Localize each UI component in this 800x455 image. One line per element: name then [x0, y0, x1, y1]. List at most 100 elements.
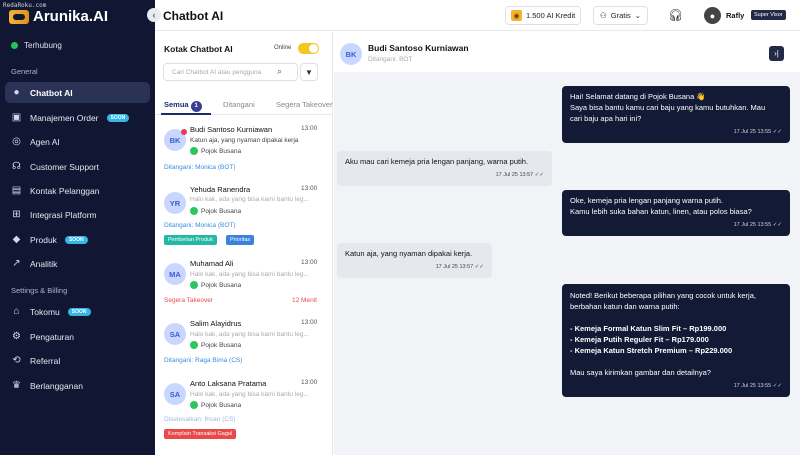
- sidebar-item-label: Chatbot AI: [30, 87, 73, 98]
- message-line: - Kemeja Katun Stretch Premium – Rp229.0…: [570, 346, 733, 355]
- message-line: berbahan katun dan warna putih:: [570, 302, 680, 311]
- sidebar-item-label: Agen AI: [30, 136, 60, 147]
- brand[interactable]: Arunika.AI: [9, 8, 108, 25]
- sidebar-item-label: Customer Support: [30, 161, 99, 172]
- sidebar-item-produk[interactable]: ◆ Produk SOON: [5, 229, 150, 250]
- collapse-sidebar-button[interactable]: ‹: [147, 8, 161, 22]
- handled-by: Ditangani: Monica (BOT): [164, 164, 236, 171]
- whatsapp-icon: [190, 147, 198, 155]
- integration-icon: ⊞: [12, 209, 21, 220]
- support-icon: ☊: [12, 161, 21, 172]
- contact-name: Salim Alayidrus: [190, 319, 242, 328]
- soon-badge: SOON: [64, 235, 88, 244]
- plan-dropdown[interactable]: ⚇ Gratis ⌄: [593, 6, 649, 25]
- status-label: Terhubung: [24, 41, 62, 50]
- sidebar-item-berlangganan[interactable]: ♛ Berlangganan: [5, 375, 150, 396]
- message-line: Hai! Selamat datang di Pojok Busana 👋: [570, 92, 706, 101]
- conversation-item[interactable]: BK Budi Santoso Kurniawan 13:00 Katun aj…: [155, 121, 333, 181]
- filter-button[interactable]: ▼: [300, 63, 318, 81]
- message-bubble-bot: Noted! Berikut beberapa pilihan yang coc…: [562, 284, 790, 397]
- unread-dot: [181, 129, 187, 135]
- sidebar-item-analitik[interactable]: ↗ Analitik: [5, 253, 150, 274]
- message-meta: 17 Jul 25 13:57 ✓✓: [345, 170, 544, 181]
- sidebar-item-chatbot-ai[interactable]: ● Chatbot AI: [5, 82, 150, 103]
- sidebar-item-integrasi-platform[interactable]: ⊞ Integrasi Platform: [5, 204, 150, 225]
- double-check-icon: ✓✓: [772, 129, 782, 135]
- message-time: 17 Jul 25 13:57: [495, 172, 534, 178]
- chat-panel: BK Budi Santoso Kurniawan Ditangani: BOT…: [334, 32, 800, 455]
- avatar[interactable]: ●: [704, 7, 721, 24]
- message-line: Katun aja, yang nyaman dipakai kerja.: [345, 249, 473, 258]
- tab-semua[interactable]: Semua 1: [164, 100, 202, 112]
- message-preview: Halo kak, ada yang bisa kami bantu leg..…: [190, 331, 309, 338]
- sidebar-item-referral[interactable]: ⟲ Referral: [5, 350, 150, 371]
- sidebar-item-pengaturan[interactable]: ⚙ Pengaturan: [5, 326, 150, 347]
- message-meta: 17 Jul 25 13:57 ✓✓: [345, 262, 484, 273]
- sidebar-item-label: Analitik: [30, 258, 58, 269]
- message-line: cari baju apa hari ini?: [570, 114, 642, 123]
- chat-handled-by: Ditangani: BOT: [368, 56, 413, 63]
- double-check-icon: ✓✓: [474, 264, 484, 270]
- contact-name: Muhamad Ali: [190, 259, 234, 268]
- tab-ditangani[interactable]: Ditangani: [223, 100, 255, 109]
- source-channel: Pojok Busana: [190, 401, 241, 409]
- message-time: 13:00: [301, 379, 318, 386]
- message-line: - Kemeja Putih Reguler Fit – Rp179.000: [570, 335, 709, 344]
- tag-komplain-transaksi-gagal: Komplain Transaksi Gagal: [164, 429, 237, 439]
- headset-icon[interactable]: 🎧︎: [668, 8, 683, 22]
- message-time: 13:00: [301, 319, 318, 326]
- brand-name: Arunika.AI: [33, 8, 109, 25]
- search-icon[interactable]: ⌕: [277, 66, 282, 77]
- message-line: Oke, kemeja pria lengan panjang warna pu…: [570, 196, 724, 205]
- conversation-item[interactable]: SA Salim Alayidrus 13:00 Halo kak, ada y…: [155, 315, 333, 371]
- tag-pembelian-produk: Pembelian Produk: [164, 235, 217, 245]
- user-name: Rafly: [726, 11, 745, 20]
- message-bubble-bot: Oke, kemeja pria lengan panjang warna pu…: [562, 190, 790, 236]
- message-meta: 17 Jul 25 13:55 ✓✓: [570, 127, 782, 138]
- section-settings: Settings & Billing: [11, 286, 68, 295]
- sidebar-item-tokomu[interactable]: ⌂ Tokomu SOON: [5, 301, 150, 322]
- avatar: SA: [164, 323, 186, 345]
- conversation-item[interactable]: MA Muhamad Ali 13:00 Halo kak, ada yang …: [155, 254, 333, 310]
- contact-name: Yehuda Ranendra: [190, 185, 251, 194]
- conversation-item[interactable]: SA Anto Laksana Pratama 13:00 Halo kak, …: [155, 375, 333, 445]
- message-bubble-bot: Hai! Selamat datang di Pojok Busana 👋 Sa…: [562, 86, 790, 143]
- settings-icon: ⚙: [12, 331, 21, 342]
- message-time: 17 Jul 25 13:55: [733, 222, 772, 228]
- message-line: Mau saya kirimkan gambar dan detailnya?: [570, 368, 711, 377]
- sidebar-item-agen-ai[interactable]: ◎ Agen AI: [5, 131, 150, 152]
- sidebar-item-customer-support[interactable]: ☊ Customer Support: [5, 156, 150, 177]
- sidebar-item-label: Berlangganan: [30, 380, 83, 391]
- message-line: Aku mau cari kemeja pria lengan panjang,…: [345, 157, 529, 166]
- source-channel: Pojok Busana: [190, 207, 241, 215]
- tab-segera-takeover[interactable]: Segera Takeover: [276, 100, 333, 109]
- analytics-icon: ↗: [12, 258, 21, 269]
- whatsapp-icon: [190, 341, 198, 349]
- soon-badge: SOON: [67, 307, 91, 316]
- handled-by: Diselesaikan: Ihsan (CS): [164, 416, 236, 423]
- contacts-icon: ▤: [11, 185, 22, 196]
- source-label: Pojok Busana: [201, 207, 242, 215]
- sidebar-item-kontak-pelanggan[interactable]: ▤ Kontak Pelanggan: [5, 180, 150, 201]
- plan-label: Gratis: [610, 11, 631, 20]
- message-line: Kamu lebih suka bahan katun, linen, atau…: [570, 207, 752, 216]
- conversation-item[interactable]: YR Yehuda Ranendra 13:00 Halo kak, ada y…: [155, 181, 333, 249]
- page-title: Chatbot AI: [163, 9, 224, 23]
- sidebar-item-manajemen-order[interactable]: ▣ Manajemen Order SOON: [5, 107, 150, 128]
- store-icon: ⌂: [13, 306, 20, 317]
- message-line: Saya bisa bantu kamu cari baju yang kamu…: [570, 103, 766, 112]
- avatar: YR: [164, 192, 186, 214]
- source-channel: Pojok Busana: [190, 341, 241, 349]
- online-toggle[interactable]: [298, 43, 319, 54]
- sidebar: RedaRoku.com Arunika.AI Terhubung Genera…: [0, 0, 155, 455]
- whatsapp-icon: [190, 401, 198, 409]
- product-icon: ◆: [12, 234, 21, 245]
- ai-credit-button[interactable]: ◉ 1.500 AI Kredit: [505, 6, 582, 25]
- expand-panel-button[interactable]: ›|: [769, 46, 784, 61]
- section-general: General: [11, 67, 38, 76]
- credit-label: 1.500 AI Kredit: [526, 11, 576, 20]
- message-meta: 17 Jul 25 13:55 ✓✓: [570, 381, 782, 392]
- chevron-down-icon: ⌄: [634, 11, 642, 20]
- contact-name: Budi Santoso Kurniawan: [190, 125, 273, 134]
